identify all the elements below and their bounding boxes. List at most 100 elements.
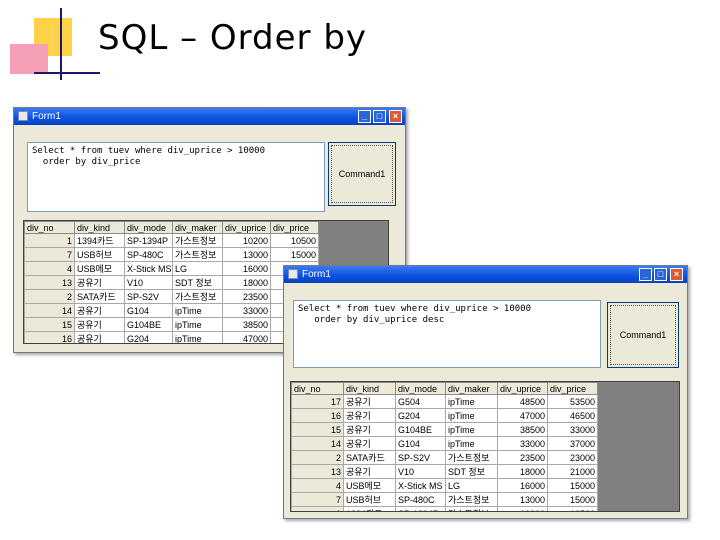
table-cell[interactable]: V10 — [395, 464, 446, 479]
table-cell[interactable]: 23500 — [222, 289, 271, 304]
table-cell[interactable]: 2 — [291, 450, 344, 465]
column-header[interactable]: div_uprice — [222, 221, 271, 234]
table-cell[interactable]: ipTime — [445, 422, 498, 437]
table-cell[interactable]: X-Stick MS — [124, 261, 173, 276]
table-cell[interactable]: ipTime — [445, 408, 498, 423]
table-cell[interactable]: 15000 — [547, 478, 598, 493]
table-cell[interactable]: SP-1394P — [124, 233, 173, 248]
table-cell[interactable]: 공유기 — [343, 464, 396, 479]
table-cell[interactable]: 47000 — [222, 331, 271, 343]
column-header[interactable]: div_no — [24, 221, 75, 234]
table-cell[interactable]: SP-480C — [395, 492, 446, 507]
sql-query-textbox[interactable]: Select * from tuev where div_uprice > 10… — [27, 142, 325, 212]
table-cell[interactable]: 1 — [24, 233, 75, 248]
table-cell[interactable]: 33000 — [222, 303, 271, 318]
table-cell[interactable]: LG — [172, 261, 223, 276]
table-cell[interactable]: SDT 정보 — [445, 464, 498, 479]
table-cell[interactable]: ipTime — [445, 394, 498, 409]
table-cell[interactable]: 15 — [291, 422, 344, 437]
table-cell[interactable]: 16000 — [497, 478, 548, 493]
table-row[interactable]: 16 공유기 G204 ipTime 47000 46500 — [291, 408, 598, 423]
table-row[interactable]: 14공유기G104ipTime3300037000 — [291, 436, 598, 451]
table-cell[interactable]: USB메모 — [74, 261, 125, 276]
table-cell[interactable]: 13000 — [497, 492, 548, 507]
table-row[interactable]: 11394카드SP-1394P가스트정보1020010500 — [24, 233, 319, 248]
table-cell[interactable]: 17 — [291, 394, 344, 409]
table-cell[interactable]: 가스트정보 — [172, 247, 223, 262]
table-cell[interactable]: 공유기 — [343, 422, 396, 437]
column-header[interactable]: div_price — [270, 221, 319, 234]
table-cell[interactable]: 1394카드 — [74, 233, 125, 248]
table-cell[interactable]: 33000 — [497, 436, 548, 451]
table-cell[interactable]: 2 — [24, 289, 75, 304]
table-cell[interactable]: SATA카드 — [343, 450, 396, 465]
table-cell[interactable]: 15000 — [547, 492, 598, 507]
table-cell[interactable]: 7 — [24, 247, 75, 262]
table-cell[interactable]: G104BE — [395, 422, 446, 437]
window-titlebar[interactable]: Form1 _ □ × — [14, 108, 405, 125]
result-grid[interactable]: div_no div_kind div_mode div_maker div_upric… — [290, 381, 680, 512]
table-row[interactable]: 4USB메모X-Stick MSLG1600015000 — [291, 478, 598, 493]
table-cell[interactable]: USB메모 — [343, 478, 396, 493]
table-cell[interactable]: 23000 — [547, 450, 598, 465]
table-cell[interactable]: 7 — [291, 492, 344, 507]
table-row[interactable]: 13공유기V10SDT 정보1800021000 — [291, 464, 598, 479]
table-row[interactable]: 11394카드SP-1394P가스트정보1020010500 — [291, 506, 598, 511]
close-icon[interactable]: × — [670, 268, 683, 281]
table-cell[interactable]: SP-1394P — [395, 506, 446, 511]
column-header[interactable]: div_kind — [343, 382, 396, 395]
table-cell[interactable]: V10 — [124, 275, 173, 290]
table-cell[interactable]: SP-480C — [124, 247, 173, 262]
table-cell[interactable]: 공유기 — [74, 303, 125, 318]
table-cell[interactable]: 공유기 — [74, 317, 125, 332]
table-row[interactable]: 15공유기G104BEipTime3850033000 — [24, 317, 319, 332]
table-cell[interactable]: 공유기 — [343, 394, 396, 409]
table-cell[interactable]: 가스트정보 — [445, 492, 498, 507]
table-cell[interactable]: 1394카드 — [343, 506, 396, 511]
column-header[interactable]: div_maker — [172, 221, 223, 234]
minimize-icon[interactable]: _ — [639, 268, 652, 281]
command1-button[interactable]: Command1 — [607, 302, 679, 368]
table-cell[interactable]: 15 — [24, 317, 75, 332]
close-icon[interactable]: × — [389, 110, 402, 123]
table-cell[interactable]: 10500 — [547, 506, 598, 511]
table-cell[interactable]: 가스트정보 — [445, 450, 498, 465]
table-cell[interactable]: ipTime — [172, 303, 223, 318]
table-cell[interactable]: 16 — [24, 331, 75, 343]
table-cell[interactable]: 4 — [291, 478, 344, 493]
table-cell[interactable]: 1 — [291, 506, 344, 511]
table-cell[interactable]: 15000 — [270, 247, 319, 262]
table-cell[interactable]: 공유기 — [343, 408, 396, 423]
table-cell[interactable]: 18000 — [222, 275, 271, 290]
table-row[interactable]: 14공유기G104ipTime3300037000 — [24, 303, 319, 318]
table-cell[interactable]: USB허브 — [74, 247, 125, 262]
table-row[interactable]: 2SATA카드SP-S2V가스트정보2350023000 — [291, 450, 598, 465]
table-cell[interactable]: 가스트정보 — [445, 506, 498, 511]
column-header[interactable]: div_no — [291, 382, 344, 395]
maximize-icon[interactable]: □ — [373, 110, 386, 123]
table-cell[interactable]: 가스트정보 — [172, 233, 223, 248]
command1-button[interactable]: Command1 — [328, 142, 396, 206]
table-cell[interactable]: SATA카드 — [74, 289, 125, 304]
table-cell[interactable]: G104BE — [124, 317, 173, 332]
table-cell[interactable]: 14 — [24, 303, 75, 318]
table-cell[interactable]: 38500 — [497, 422, 548, 437]
minimize-icon[interactable]: _ — [358, 110, 371, 123]
table-cell[interactable]: 13 — [291, 464, 344, 479]
table-cell[interactable]: 공유기 — [74, 331, 125, 343]
sql-query-textbox[interactable]: Select * from tuev where div_uprice > 10… — [293, 300, 601, 368]
column-header[interactable]: div_mode — [124, 221, 173, 234]
table-cell[interactable]: 4 — [24, 261, 75, 276]
table-cell[interactable]: 48500 — [497, 394, 548, 409]
table-cell[interactable]: 16000 — [222, 261, 271, 276]
table-cell[interactable]: 공유기 — [343, 436, 396, 451]
table-row[interactable]: 7 USB허브 SP-480C 가스트정보 13000 15000 — [24, 247, 319, 262]
table-cell[interactable]: G504 — [395, 394, 446, 409]
column-header[interactable]: div_uprice — [497, 382, 548, 395]
maximize-icon[interactable]: □ — [654, 268, 667, 281]
table-cell[interactable]: X-Stick MS — [395, 478, 446, 493]
table-cell[interactable]: 18000 — [497, 464, 548, 479]
table-cell[interactable]: 13 — [24, 275, 75, 290]
table-cell[interactable]: G204 — [395, 408, 446, 423]
table-cell[interactable]: 47000 — [497, 408, 548, 423]
